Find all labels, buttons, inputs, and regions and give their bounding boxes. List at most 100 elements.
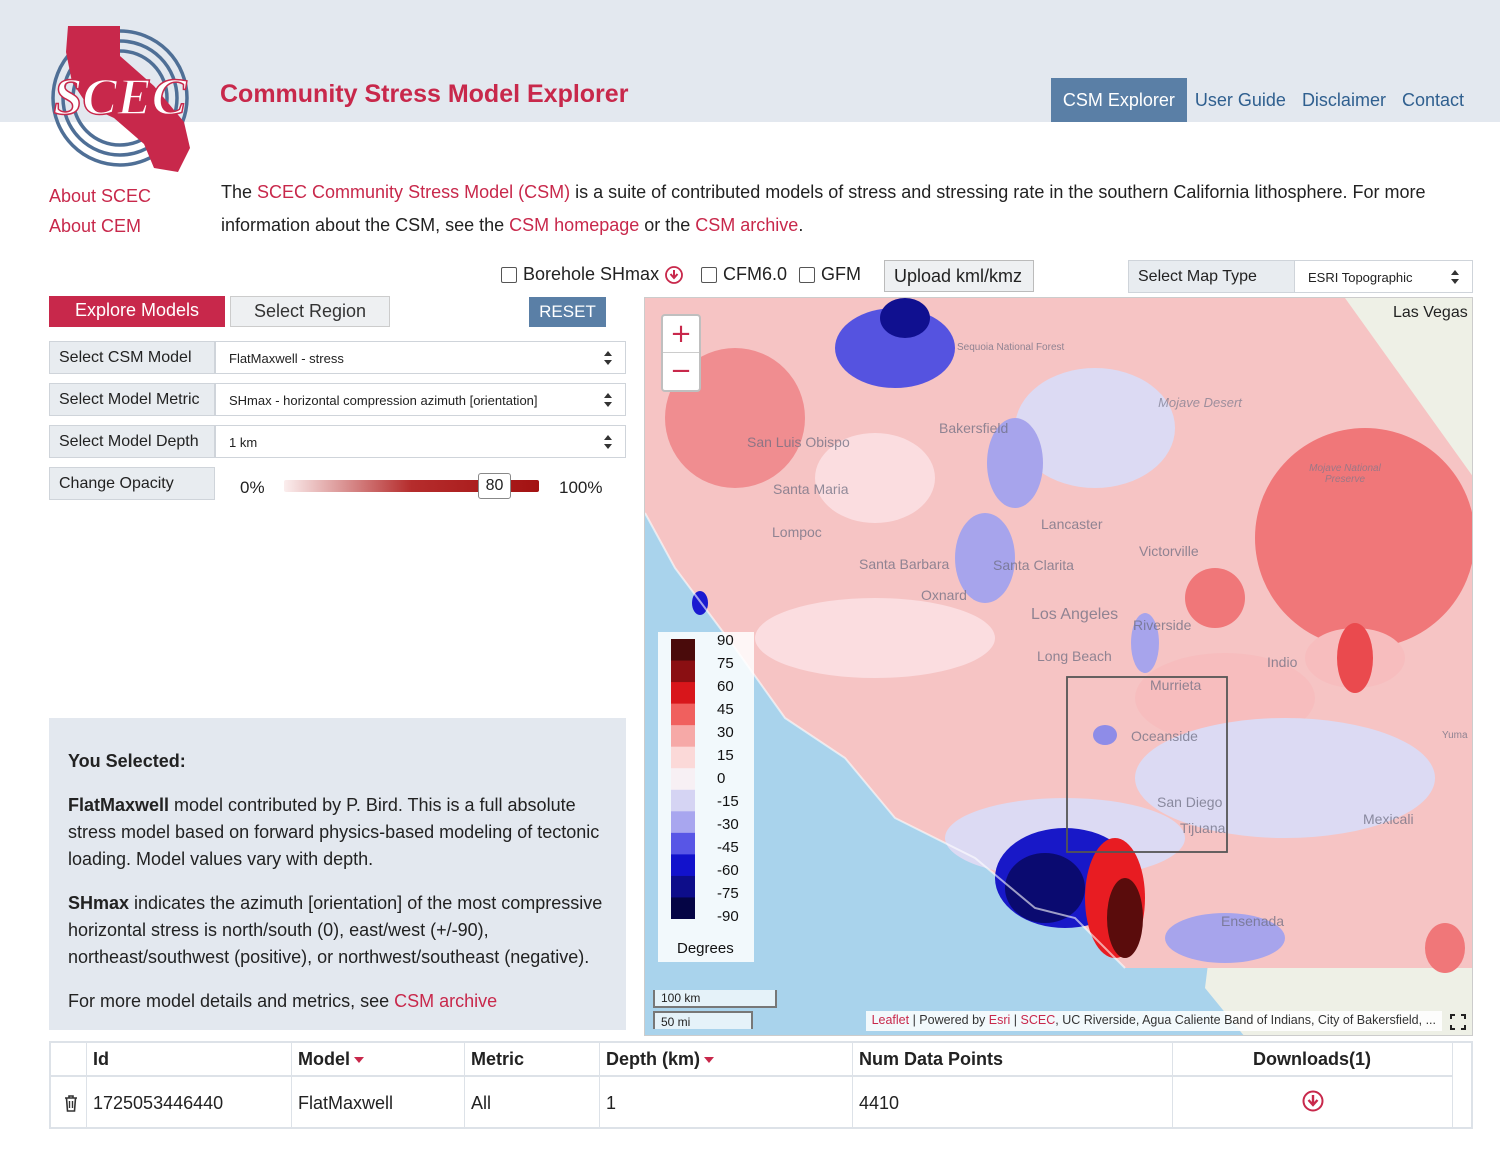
legend-tick-label: -30 [717,816,739,833]
nav-csm-explorer[interactable]: CSM Explorer [1050,78,1187,122]
intro-text: The SCEC Community Stress Model (CSM) is… [221,176,1441,242]
zoom-out-button[interactable]: − [663,353,699,390]
color-legend: 90 75 60 45 30 15 0 -15 -30 -45 -60 -75 -90 [658,632,754,962]
cell-id: 1725053446440 [93,1093,224,1113]
city-label: Las Vegas [1393,304,1468,321]
legend-swatch [671,811,695,834]
metric-desc-text: indicates the azimuth [orientation] of t… [68,893,603,967]
nav-user-guide[interactable]: User Guide [1187,78,1294,122]
scale-bar-mi: 50 mi [653,1011,753,1029]
map-attribution: Leaflet | Powered by Esri | SCEC, UC Riv… [865,1011,1442,1031]
model-select[interactable]: FlatMaxwell - stress [215,341,626,374]
map-type-select[interactable]: ESRI Topographic [1294,260,1473,293]
tab-explore-models[interactable]: Explore Models [49,296,225,327]
sort-caret-icon[interactable] [704,1057,714,1064]
map-canvas[interactable] [645,298,1473,1036]
nav-disclaimer[interactable]: Disclaimer [1294,78,1394,122]
sort-caret-icon[interactable] [354,1057,364,1064]
metric-name: SHmax [68,893,130,913]
cell-metric: All [471,1093,492,1113]
about-cem-link[interactable]: About CEM [49,216,141,237]
attribution-text: | [1010,1013,1021,1027]
gfm-checkbox[interactable] [799,266,815,283]
zoom-in-button[interactable]: + [663,316,699,353]
legend-title: Degrees [677,940,734,957]
about-scec-link[interactable]: About SCEC [49,186,151,207]
intro-part: . [798,215,804,235]
csm-link[interactable]: SCEC Community Stress Model (CSM) [257,182,570,202]
download-icon[interactable] [1302,1090,1324,1112]
more-text: For more model details and metrics, see [68,991,395,1011]
scale-bar-km: 100 km [653,990,777,1008]
cfm-checkbox[interactable] [701,266,717,283]
legend-swatch [671,768,695,791]
region-label: Mojave Desert [1158,395,1242,410]
legend-tick-label: 90 [717,632,734,649]
metric-description: SHmax indicates the azimuth [orientation… [68,890,626,971]
upload-kml-button[interactable]: Upload kml/kmz [884,260,1034,292]
city-label: Mexicali [1363,811,1414,827]
column-divider [1452,1043,1453,1129]
city-label: Tijuana [1180,820,1226,836]
legend-swatch [671,639,695,662]
tab-select-region[interactable]: Select Region [230,296,390,327]
fullscreen-icon[interactable] [1450,1014,1466,1030]
legend-swatch [671,854,695,877]
selection-heading: You Selected: [68,751,186,771]
city-label: Lancaster [1041,516,1103,532]
map[interactable]: + − Las Vegas Sequoia National Forest Mo… [644,297,1473,1036]
csm-archive-link[interactable]: CSM archive [394,991,497,1011]
model-description: FlatMaxwell model contributed by P. Bird… [68,792,626,873]
legend-tick-label: 15 [717,747,734,764]
esri-link[interactable]: Esri [989,1013,1011,1027]
city-label: Lompoc [772,524,822,540]
select-arrow-icon [1451,270,1459,284]
city-label: Ensenada [1221,913,1285,929]
legend-swatch [671,746,695,769]
legend-colorbar [671,639,695,919]
city-label: Oceanside [1131,728,1198,744]
col-header-depth[interactable]: Depth (km) [599,1049,714,1070]
legend-swatch [671,725,695,748]
borehole-toggle[interactable]: Borehole SHmax [501,264,683,285]
col-header-model[interactable]: Model [291,1049,364,1070]
gfm-toggle[interactable]: GFM [799,264,861,285]
cfm-label: CFM6.0 [723,264,788,284]
cfm-toggle[interactable]: CFM6.0 [701,264,787,285]
legend-swatch [671,703,695,726]
nav-contact[interactable]: Contact [1394,78,1472,122]
row-divider [51,1076,1453,1077]
model-name: FlatMaxwell [68,795,170,815]
city-label: Yuma [1442,730,1468,741]
gfm-label: GFM [821,264,861,284]
legend-tick-label: 30 [717,724,734,741]
opacity-slider-handle[interactable]: 80 [478,473,511,499]
metric-select-value: SHmax - horizontal compression azimuth [… [229,393,538,408]
metric-select-label: Select Model Metric [49,383,215,416]
metric-select[interactable]: SHmax - horizontal compression azimuth [… [215,383,626,416]
city-label: Long Beach [1037,648,1112,664]
reset-button[interactable]: RESET [529,297,606,327]
csm-homepage-link[interactable]: CSM homepage [509,215,639,235]
opacity-label: Change Opacity [49,467,215,500]
cell-model: FlatMaxwell [298,1093,394,1113]
attribution-text: | Powered by [909,1013,989,1027]
model-select-label: Select CSM Model [49,341,215,374]
depth-select[interactable]: 1 km [215,425,626,458]
legend-tick-label: 75 [717,655,734,672]
city-label: Murrieta [1150,677,1202,693]
legend-tick-label: -15 [717,793,739,810]
leaflet-link[interactable]: Leaflet [872,1013,910,1027]
csm-archive-link[interactable]: CSM archive [695,215,798,235]
select-arrow-icon [604,351,612,365]
page-title: Community Stress Model Explorer [220,80,629,108]
borehole-checkbox[interactable] [501,266,517,283]
legend-swatch [671,897,695,919]
cell-points: 4410 [859,1093,900,1113]
scec-link[interactable]: SCEC [1021,1013,1056,1027]
col-header-downloads: Downloads(1) [1252,1049,1371,1069]
download-icon[interactable] [665,265,683,284]
city-label: Oxnard [921,587,967,603]
scec-logo[interactable]: SCEC [44,22,196,174]
trash-icon[interactable] [64,1095,78,1112]
